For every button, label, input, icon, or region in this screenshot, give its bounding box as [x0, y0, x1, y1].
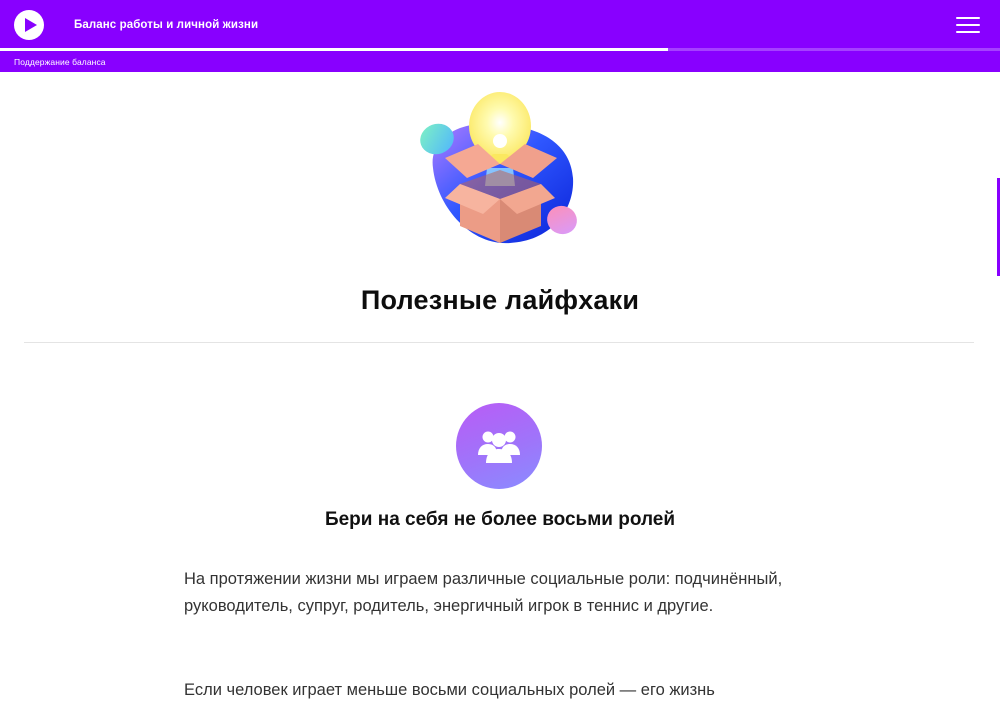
section-divider	[24, 342, 974, 343]
tip-paragraph: Если человек играет меньше восьми социал…	[184, 681, 715, 699]
play-icon	[25, 18, 37, 32]
lightbulb-box-icon	[420, 92, 577, 244]
top-bar: Баланс работы и личной жизни Поддержание…	[0, 0, 1000, 72]
hero-illustration	[415, 86, 585, 246]
hamburger-menu-icon[interactable]	[955, 14, 981, 36]
people-group-icon	[478, 431, 520, 463]
current-section-label[interactable]: Поддержание баланса	[14, 57, 106, 67]
tip-paragraph: На протяжении жизни мы играем различные …	[184, 570, 783, 615]
play-logo-button[interactable]	[14, 10, 44, 40]
page-title: Полезные лайфхаки	[360, 285, 640, 315]
tip-icon-badge	[456, 403, 542, 489]
course-progress-fill	[0, 48, 668, 51]
course-title: Баланс работы и личной жизни	[74, 19, 259, 31]
tip-title: Бери на себя не более восьми ролей	[324, 509, 676, 530]
course-progress-bar	[0, 48, 1000, 51]
